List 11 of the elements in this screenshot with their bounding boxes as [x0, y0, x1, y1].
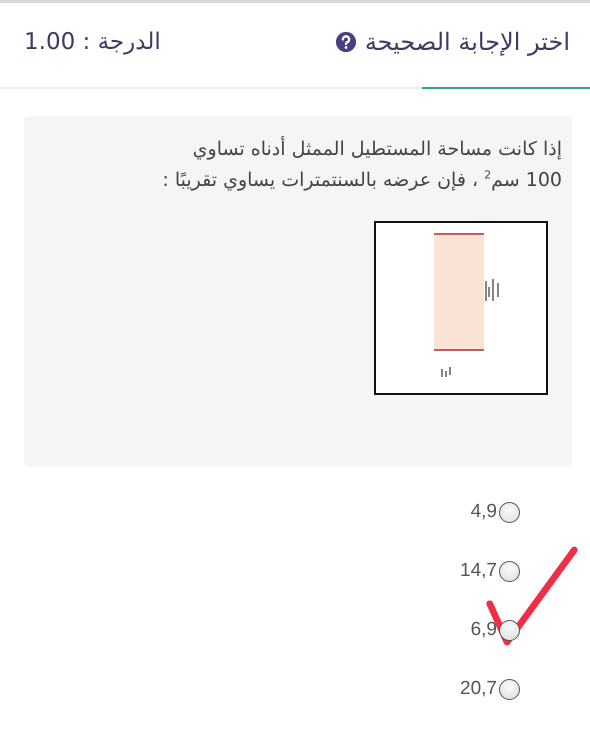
grade-label: الدرجة : 1.00: [24, 29, 161, 55]
question-prompt: اختر الإجابة الصحيحة: [364, 28, 570, 56]
radio-button[interactable]: [499, 620, 520, 640]
option-label: 20,7: [460, 678, 497, 700]
help-icon[interactable]: [334, 31, 357, 53]
option-label: 6,9: [470, 619, 497, 641]
radio-button[interactable]: [499, 678, 520, 700]
radio-button[interactable]: [499, 560, 520, 582]
option-label: 14,7: [460, 560, 497, 582]
option-label: 4,9: [470, 501, 497, 523]
radio-button[interactable]: [499, 502, 520, 522]
